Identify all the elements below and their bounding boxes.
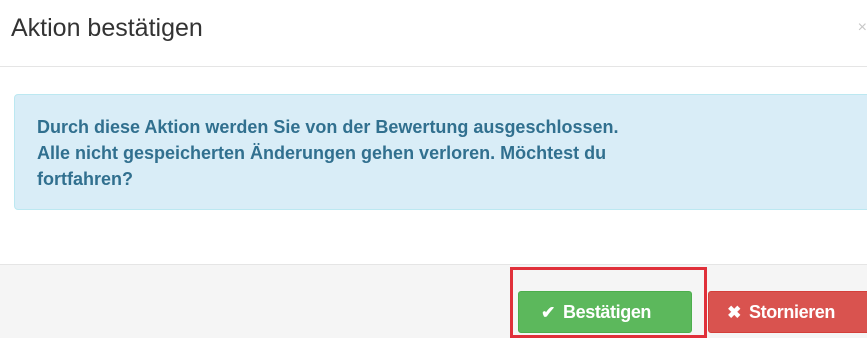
confirm-button-label: Bestätigen bbox=[563, 302, 652, 322]
alert-message-line: Durch diese Aktion werden Sie von der Be… bbox=[37, 117, 619, 137]
check-icon: ✔ bbox=[541, 303, 555, 322]
alert-message: Durch diese Aktion werden Sie von der Be… bbox=[37, 114, 837, 192]
close-icon[interactable]: × bbox=[858, 18, 867, 38]
confirm-dialog: Aktion bestätigen × Durch diese Aktion w… bbox=[0, 0, 867, 338]
dialog-title: Aktion bestätigen bbox=[11, 14, 203, 42]
alert-message-line: fortfahren? bbox=[37, 169, 133, 189]
confirm-button[interactable]: ✔ Bestätigen bbox=[518, 291, 692, 333]
dialog-body: Durch diese Aktion werden Sie von der Be… bbox=[0, 67, 867, 264]
alert-message-line: Alle nicht gespeicherten Änderungen gehe… bbox=[37, 143, 607, 163]
dialog-footer: ✔ Bestätigen ✖ Stornieren bbox=[0, 264, 867, 338]
cancel-button-label: Stornieren bbox=[749, 302, 836, 322]
x-icon: ✖ bbox=[727, 303, 741, 322]
dialog-header: Aktion bestätigen × bbox=[0, 0, 867, 67]
info-alert: Durch diese Aktion werden Sie von der Be… bbox=[14, 94, 867, 210]
cancel-button[interactable]: ✖ Stornieren bbox=[708, 291, 867, 333]
